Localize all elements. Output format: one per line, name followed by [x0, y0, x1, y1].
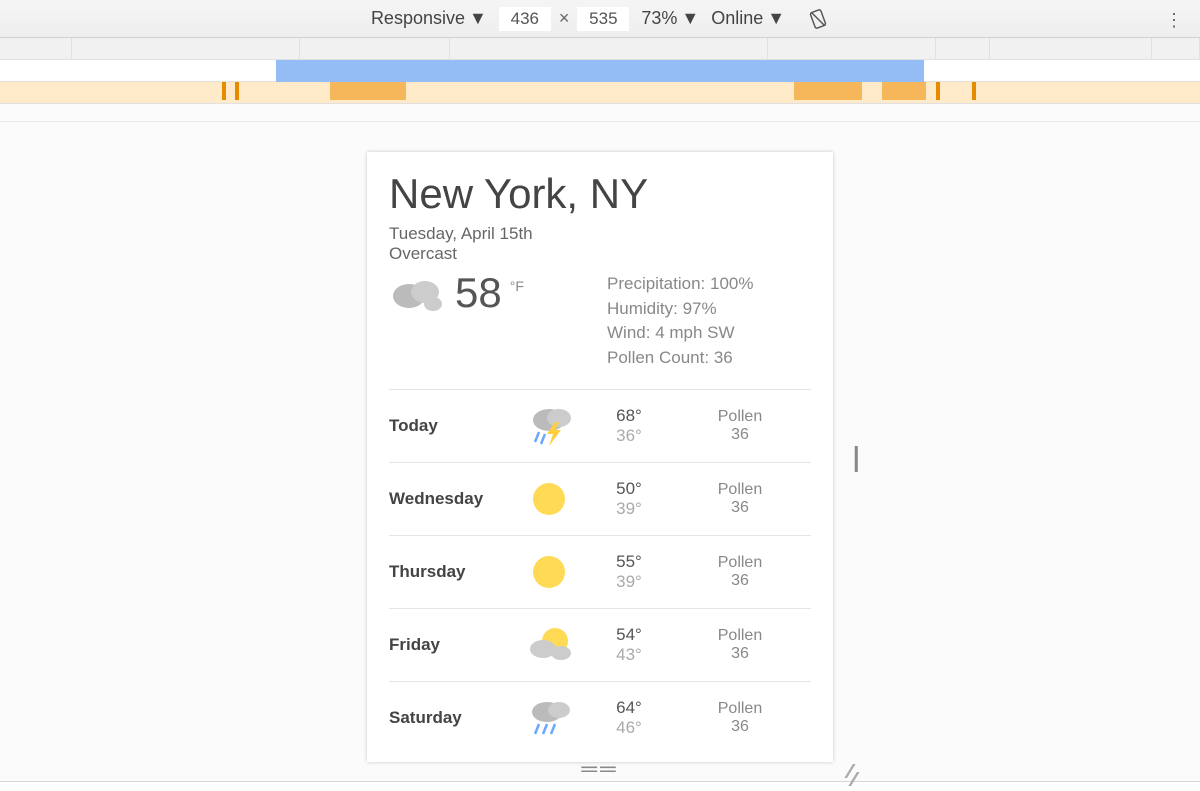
- thunder-icon: [509, 404, 589, 448]
- zoom-label: 73%: [641, 8, 677, 29]
- spacer: [0, 104, 1200, 122]
- forecast-row: Thursday 55°39°Pollen36: [389, 535, 811, 608]
- forecast-list: Today68°36°Pollen36Wednesday50°39°Pollen…: [389, 389, 811, 754]
- devtools-timeline[interactable]: [0, 60, 1200, 82]
- forecast-high: 55°: [589, 552, 669, 572]
- device-mode-label: Responsive: [371, 8, 465, 29]
- device-preview-area: New York, NY Tuesday, April 15th Overcas…: [0, 122, 1200, 782]
- weather-unit: °F: [510, 278, 524, 294]
- rain-icon: [509, 696, 589, 740]
- weather-date: Tuesday, April 15th: [389, 224, 811, 244]
- rotate-icon[interactable]: [807, 8, 829, 30]
- forecast-pollen: Pollen36: [669, 408, 811, 444]
- throttling-label: Online: [711, 8, 763, 29]
- weather-location: New York, NY: [389, 170, 811, 218]
- viewport-dimensions: ×: [499, 7, 630, 31]
- forecast-high: 54°: [589, 625, 669, 645]
- forecast-high: 50°: [589, 479, 669, 499]
- sunny-icon: [509, 477, 589, 521]
- weather-meta: Precipitation: 100% Humidity: 97% Wind: …: [607, 272, 754, 371]
- devtools-ruler: [0, 38, 1200, 60]
- forecast-temps: 50°39°: [589, 479, 669, 519]
- forecast-temps: 55°39°: [589, 552, 669, 592]
- viewport-height-input[interactable]: [577, 7, 629, 31]
- forecast-day: Thursday: [389, 562, 509, 582]
- forecast-low: 39°: [589, 499, 669, 519]
- forecast-day: Friday: [389, 635, 509, 655]
- overcast-icon: [389, 272, 447, 321]
- forecast-temps: 64°46°: [589, 698, 669, 738]
- forecast-row: Wednesday 50°39°Pollen36: [389, 462, 811, 535]
- sunny-icon: [509, 550, 589, 594]
- devtools-screenshot-strip[interactable]: [0, 82, 1200, 104]
- weather-temp: 58: [455, 272, 502, 314]
- forecast-day: Wednesday: [389, 489, 509, 509]
- device-mode-dropdown[interactable]: Responsive ▼: [371, 8, 487, 29]
- zoom-dropdown[interactable]: 73% ▼: [641, 8, 699, 29]
- forecast-row: Friday 54°43°Pollen36: [389, 608, 811, 681]
- weather-hero: 58 °F Precipitation: 100% Humidity: 97% …: [389, 272, 811, 371]
- forecast-row: Saturday 64°46°Pollen36: [389, 681, 811, 754]
- forecast-temps: 68°36°: [589, 406, 669, 446]
- dimension-x: ×: [555, 8, 574, 29]
- throttling-dropdown[interactable]: Online ▼: [711, 8, 785, 29]
- forecast-pollen: Pollen36: [669, 700, 811, 736]
- weather-card: New York, NY Tuesday, April 15th Overcas…: [367, 152, 833, 754]
- devtools-toolbar: Responsive ▼ × 73% ▼ Online ▼ ⋮: [0, 0, 1200, 38]
- forecast-day: Saturday: [389, 708, 509, 728]
- forecast-pollen: Pollen36: [669, 481, 811, 517]
- forecast-high: 68°: [589, 406, 669, 426]
- resize-handle-bottom-icon[interactable]: ══: [581, 756, 618, 782]
- chevron-down-icon: ▼: [681, 8, 699, 29]
- forecast-low: 36°: [589, 426, 669, 446]
- chevron-down-icon: ▼: [767, 8, 785, 29]
- forecast-high: 64°: [589, 698, 669, 718]
- viewport-width-input[interactable]: [499, 7, 551, 31]
- forecast-low: 43°: [589, 645, 669, 665]
- forecast-day: Today: [389, 416, 509, 436]
- forecast-pollen: Pollen36: [669, 627, 811, 663]
- forecast-low: 39°: [589, 572, 669, 592]
- chevron-down-icon: ▼: [469, 8, 487, 29]
- forecast-temps: 54°43°: [589, 625, 669, 665]
- forecast-row: Today 68°36°Pollen36: [389, 389, 811, 462]
- forecast-low: 46°: [589, 718, 669, 738]
- forecast-pollen: Pollen36: [669, 554, 811, 590]
- more-options-icon[interactable]: ⋮: [1165, 10, 1182, 31]
- partly-icon: [509, 623, 589, 667]
- weather-condition: Overcast: [389, 244, 811, 264]
- responsive-viewport: New York, NY Tuesday, April 15th Overcas…: [367, 152, 833, 762]
